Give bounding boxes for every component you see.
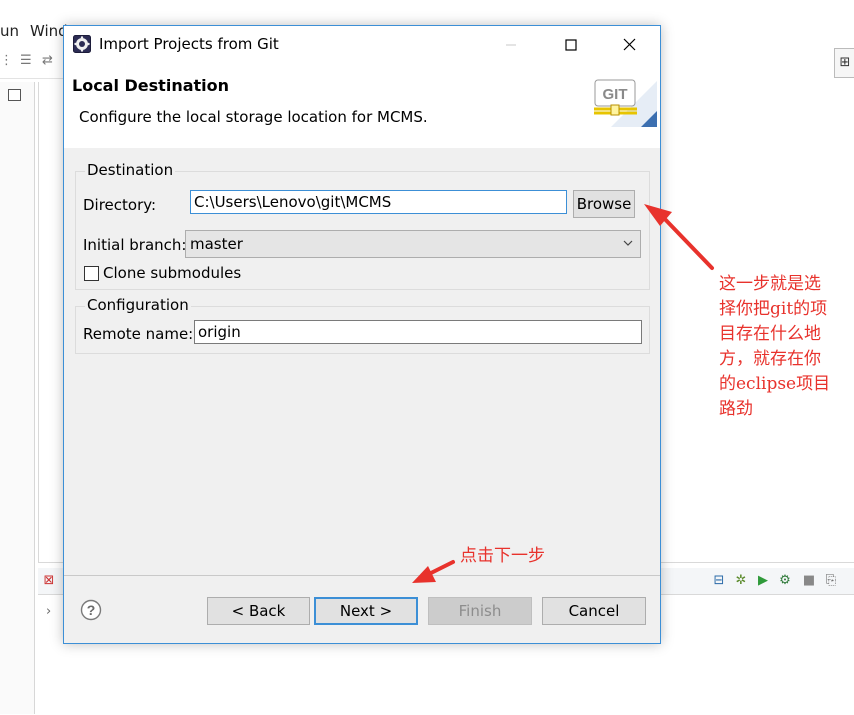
remote-name-input[interactable]: origin	[194, 320, 642, 344]
wizard-content: Destination Directory: C:\Users\Lenovo\g…	[64, 148, 660, 573]
toolbar-format-icon[interactable]: ☰	[20, 54, 36, 68]
dialog-title: Import Projects from Git	[99, 35, 279, 53]
help-icon[interactable]: ?	[80, 599, 102, 621]
background-left-panel	[0, 82, 35, 714]
page-title: Local Destination	[72, 76, 230, 95]
directory-label: Directory:	[83, 196, 157, 214]
annotation-line: 择你把git的项	[719, 299, 828, 319]
initial-branch-value: master	[190, 235, 243, 253]
next-button[interactable]: Next >	[314, 597, 418, 625]
git-wizard-banner-icon: GIT	[594, 79, 657, 127]
menu-run[interactable]: un	[0, 22, 19, 40]
background-menubar: un Wind	[0, 18, 68, 46]
configuration-group: Configuration Remote name: origin	[75, 296, 650, 354]
toolbar-compare-icon[interactable]: ⇄	[42, 54, 58, 68]
run-config-icon[interactable]: ⚙	[778, 574, 792, 588]
page-description: Configure the local storage location for…	[79, 108, 428, 126]
annotation-next-note: 点击下一步	[460, 546, 545, 566]
configuration-group-title: Configuration	[85, 296, 191, 314]
wizard-header: Local Destination Configure the local st…	[64, 63, 660, 149]
svg-text:?: ?	[87, 602, 96, 618]
chevron-down-icon	[623, 240, 633, 246]
back-button[interactable]: < Back	[207, 597, 310, 625]
destination-group-title: Destination	[85, 161, 176, 179]
clone-submodules-label[interactable]: Clone submodules	[103, 264, 241, 282]
remote-name-label: Remote name:	[83, 325, 194, 343]
svg-text:GIT: GIT	[603, 86, 628, 103]
annotation-line: 目存在什么地	[719, 324, 821, 344]
directory-input[interactable]: C:\Users\Lenovo\git\MCMS	[190, 190, 567, 214]
run-icon[interactable]: ▶	[756, 574, 770, 588]
debug-icon[interactable]: ✲	[734, 574, 748, 588]
close-button[interactable]	[606, 26, 652, 63]
initial-branch-select[interactable]: master	[185, 230, 641, 258]
terminate-icon[interactable]: ■	[802, 574, 816, 588]
dialog-titlebar[interactable]: Import Projects from Git	[64, 26, 660, 63]
tree-chevron-right-icon[interactable]: ›	[46, 604, 51, 619]
cancel-button[interactable]: Cancel	[542, 597, 646, 625]
perspective-button[interactable]: ⊞	[834, 48, 854, 78]
toolbar-separator-icon: ⋮	[0, 53, 13, 68]
minimize-icon	[506, 44, 516, 45]
close-icon	[623, 38, 635, 51]
annotation-line: 路劲	[719, 399, 753, 419]
finish-button[interactable]: Finish	[428, 597, 532, 625]
annotation-line: 的eclipse项目	[719, 374, 831, 394]
annotation-directory-note: 这一步就是选 择你把git的项 目存在什么地 方，就存在你 的eclipse项目…	[719, 272, 849, 422]
browse-button[interactable]: Browse	[573, 190, 635, 218]
clone-submodules-checkbox[interactable]	[84, 266, 99, 281]
restore-panel-icon[interactable]	[8, 89, 21, 101]
initial-branch-label: Initial branch:	[83, 236, 187, 254]
problems-icon[interactable]: ⊠	[42, 574, 56, 588]
collapse-all-icon[interactable]: ⊟	[712, 574, 726, 588]
minimize-button[interactable]	[488, 26, 534, 63]
import-projects-dialog: Import Projects from Git Local Destinati…	[63, 25, 661, 644]
annotation-line: 这一步就是选	[719, 274, 821, 294]
maximize-button[interactable]	[548, 26, 594, 63]
background-toolbar: ⋮ ☰ ⇄	[0, 46, 70, 79]
eclipse-app-icon	[73, 35, 91, 53]
maximize-icon	[565, 38, 577, 51]
annotation-line: 方，就存在你	[719, 349, 821, 369]
footer-separator	[64, 575, 660, 576]
copy-icon[interactable]: ⎘	[824, 574, 838, 588]
destination-group: Destination Directory: C:\Users\Lenovo\g…	[75, 161, 650, 290]
